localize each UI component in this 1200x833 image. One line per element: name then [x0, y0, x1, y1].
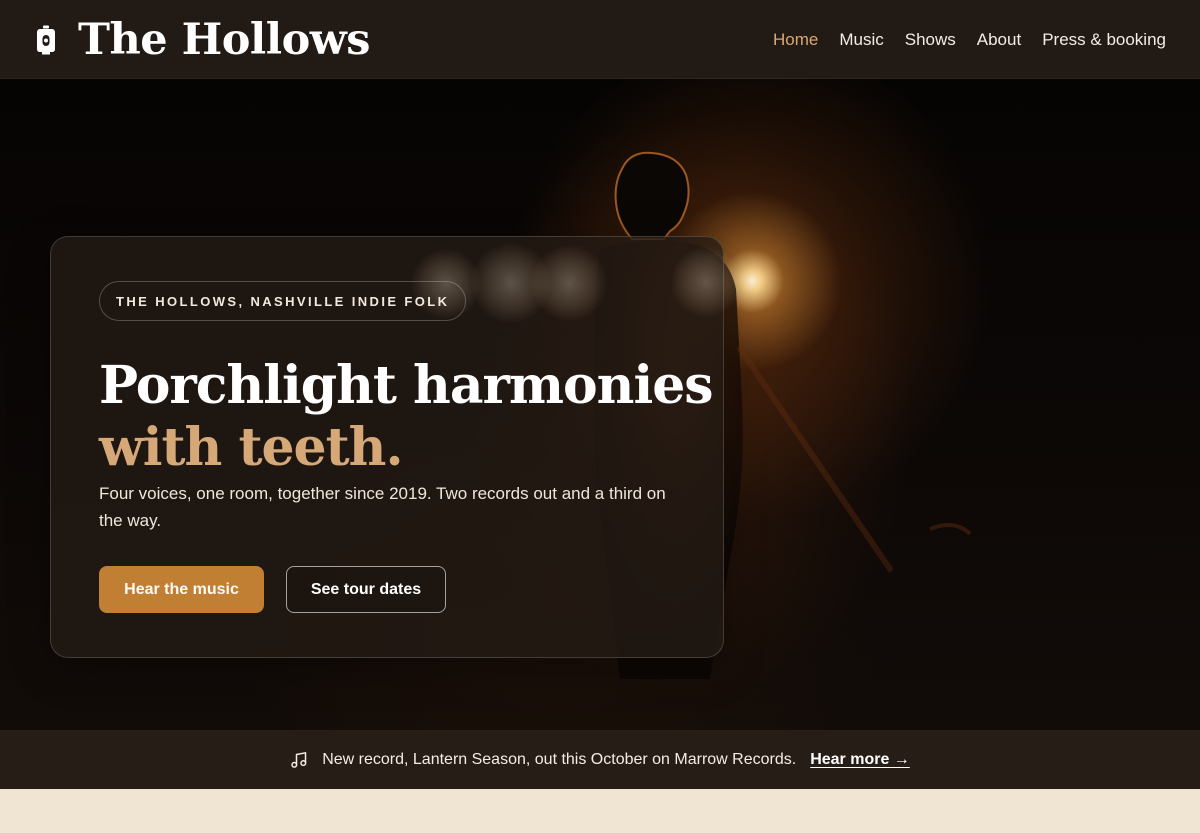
hero-headline: Porchlight harmonies with teeth.	[99, 355, 714, 479]
announcement-text: New record, Lantern Season, out this Oct…	[322, 750, 797, 768]
bokeh-light	[671, 247, 741, 317]
hero-card: THE HOLLOWS, NASHVILLE INDIE FOLK Porchl…	[50, 236, 741, 658]
nav-item-about[interactable]: About	[977, 30, 1021, 50]
nav-item-home[interactable]: Home	[773, 30, 818, 50]
music-note-icon	[291, 751, 307, 768]
see-tour-dates-button[interactable]: See tour dates	[286, 566, 446, 613]
hero-description: Four voices, one room, together since 20…	[99, 484, 666, 530]
brand-name: The Hollows	[78, 14, 370, 65]
eyebrow-badge: THE HOLLOWS, NASHVILLE INDIE FOLK	[99, 281, 467, 321]
headline-line-2-accent: with teeth.	[99, 417, 404, 478]
hear-the-music-button[interactable]: Hear the music	[99, 566, 264, 613]
nav-item-music[interactable]: Music	[839, 30, 883, 50]
site-header: The Hollows Home Music Shows About Press…	[0, 0, 1200, 79]
main-nav: Home Music Shows About Press & booking	[773, 0, 1166, 79]
hear-more-link[interactable]: Hear more →	[810, 751, 910, 769]
lantern-icon	[37, 25, 55, 54]
headline-line-1: Porchlight harmonies	[99, 355, 714, 416]
nav-item-shows[interactable]: Shows	[905, 30, 956, 50]
next-section-background	[0, 789, 1200, 833]
hero-section: THE HOLLOWS, NASHVILLE INDIE FOLK Porchl…	[0, 79, 1200, 730]
home-logo-link[interactable]: The Hollows	[36, 0, 370, 79]
announcement-bar: New record, Lantern Season, out this Oct…	[0, 730, 1200, 789]
nav-item-press-booking[interactable]: Press & booking	[1042, 30, 1166, 50]
bokeh-light	[531, 245, 607, 321]
